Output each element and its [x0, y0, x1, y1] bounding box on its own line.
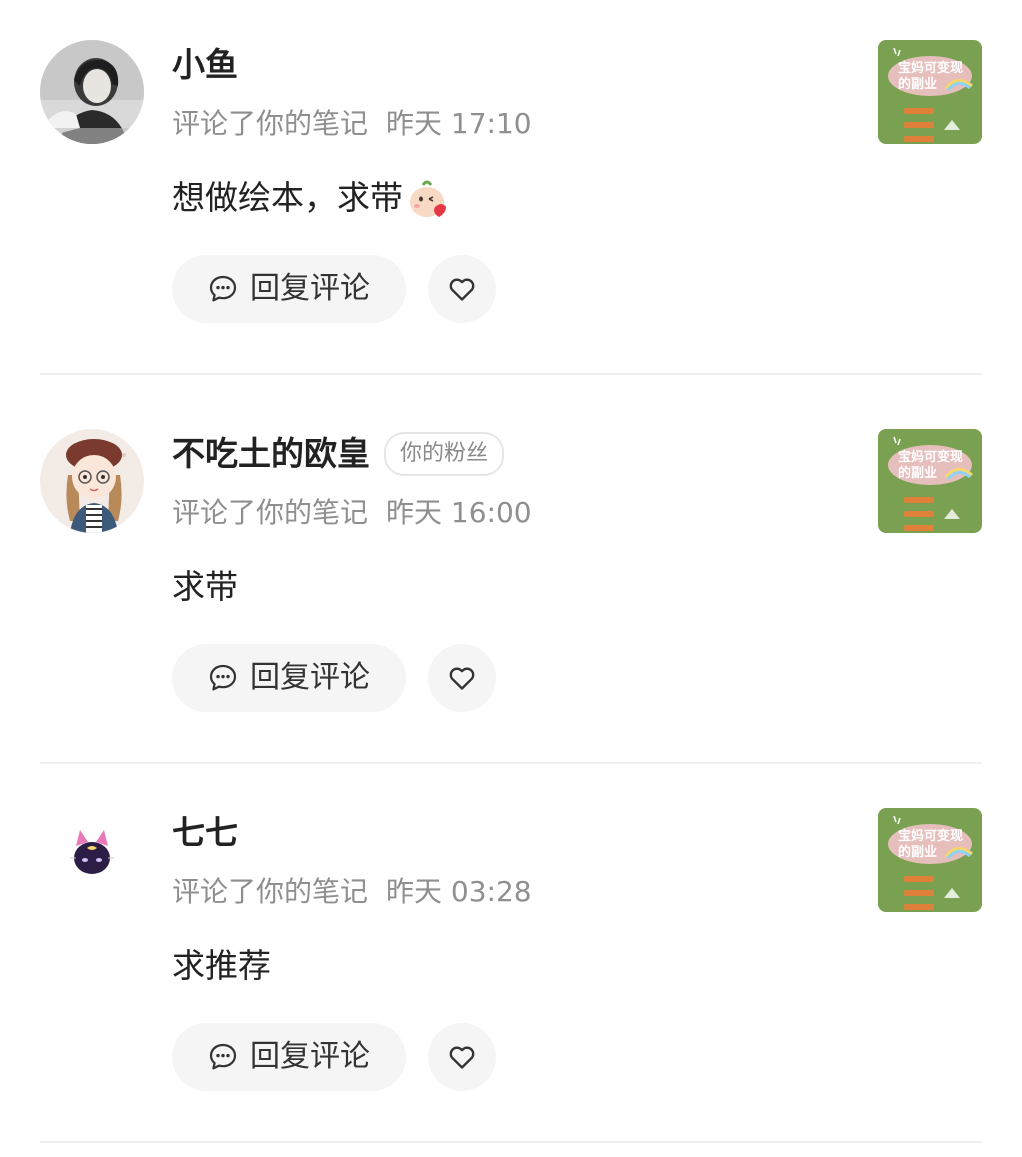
- thumbnail-title-line2: 的副业: [898, 76, 937, 92]
- comment-item: 不吃土的欧皇 你的粉丝 评论了你的笔记 昨天 16:00 求带 回复评论 宝妈可变…: [0, 389, 1022, 768]
- reply-comment-label: 回复评论: [250, 271, 370, 306]
- comment-meta: 评论了你的笔记 昨天 17:10: [172, 104, 532, 144]
- username[interactable]: 七七: [172, 810, 238, 856]
- thumbnail-title-line2: 的副业: [898, 844, 937, 860]
- timestamp: 昨天 03:28: [386, 875, 532, 908]
- timestamp: 昨天 17:10: [386, 107, 532, 140]
- note-thumbnail[interactable]: 宝妈可变现 的副业: [878, 808, 982, 912]
- bw-photo-avatar-icon: [40, 40, 144, 144]
- heart-icon: [449, 667, 475, 690]
- action-text: 评论了你的笔记: [172, 875, 369, 908]
- comment-body: 求带: [172, 567, 238, 606]
- action-text: 评论了你的笔记: [172, 496, 369, 529]
- comment-item: 小鱼 评论了你的笔记 昨天 17:10 想做绘本，求带 回复评论 宝妈可变现 的…: [0, 0, 1022, 379]
- reply-comment-button[interactable]: 回复评论: [172, 644, 406, 712]
- kiss-face-emoji-icon: [405, 175, 451, 221]
- note-thumbnail[interactable]: 宝妈可变现 的副业: [878, 429, 982, 533]
- cartoon-girl-avatar-icon: [40, 429, 144, 533]
- fan-badge: 你的粉丝: [384, 432, 505, 476]
- thumbnail-title-line1: 宝妈可变现: [898, 828, 963, 844]
- comment-text: 求带: [172, 561, 238, 613]
- comment-meta: 评论了你的笔记 昨天 16:00: [172, 493, 532, 533]
- name-row: 七七: [172, 810, 238, 856]
- comment-text: 求推荐: [172, 940, 271, 992]
- comment-item: 七七 评论了你的笔记 昨天 03:28 求推荐 回复评论 宝妈可变现 的副业: [0, 768, 1022, 1147]
- action-text: 评论了你的笔记: [172, 107, 369, 140]
- divider: [40, 373, 982, 375]
- like-button[interactable]: [428, 255, 496, 323]
- comment-text: 想做绘本，求带: [172, 172, 451, 224]
- heart-icon: [449, 1046, 475, 1069]
- like-button[interactable]: [428, 1023, 496, 1091]
- divider: [40, 1141, 982, 1143]
- name-row: 小鱼: [172, 42, 238, 88]
- heart-icon: [449, 278, 475, 301]
- divider: [40, 762, 982, 764]
- thumbnail-title-line2: 的副业: [898, 465, 937, 481]
- purple-cat-avatar-icon: [40, 808, 144, 912]
- avatar[interactable]: [40, 429, 144, 533]
- reply-comment-label: 回复评论: [250, 1039, 370, 1074]
- username[interactable]: 不吃土的欧皇: [172, 431, 370, 477]
- reply-comment-label: 回复评论: [250, 660, 370, 695]
- reply-comment-button[interactable]: 回复评论: [172, 1023, 406, 1091]
- username[interactable]: 小鱼: [172, 42, 238, 88]
- comment-bubble-icon: [208, 663, 238, 693]
- thumbnail-title-line1: 宝妈可变现: [898, 60, 963, 76]
- thumbnail-title-line1: 宝妈可变现: [898, 449, 963, 465]
- comment-meta: 评论了你的笔记 昨天 03:28: [172, 872, 532, 912]
- reply-comment-button[interactable]: 回复评论: [172, 255, 406, 323]
- comment-body: 求推荐: [172, 946, 271, 985]
- like-button[interactable]: [428, 644, 496, 712]
- note-thumbnail[interactable]: 宝妈可变现 的副业: [878, 40, 982, 144]
- timestamp: 昨天 16:00: [386, 496, 532, 529]
- comment-body: 想做绘本，求带: [172, 178, 403, 217]
- avatar[interactable]: [40, 808, 144, 912]
- comment-bubble-icon: [208, 1042, 238, 1072]
- name-row: 不吃土的欧皇 你的粉丝: [172, 431, 505, 477]
- comment-bubble-icon: [208, 274, 238, 304]
- avatar[interactable]: [40, 40, 144, 144]
